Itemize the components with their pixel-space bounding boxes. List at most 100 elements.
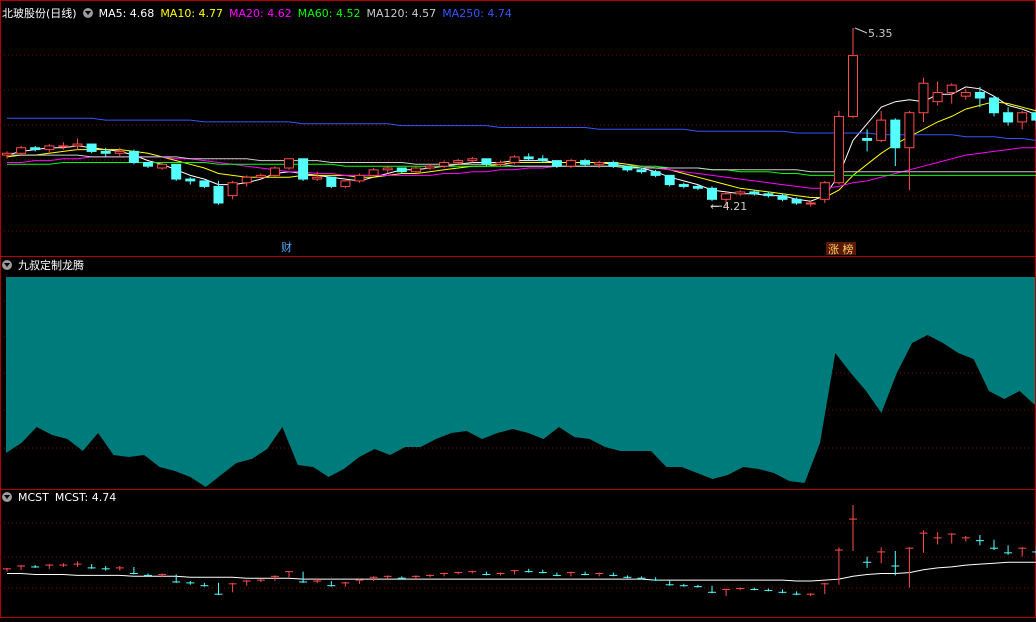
candle-down bbox=[692, 185, 703, 189]
mcst-dropdown-icon[interactable] bbox=[2, 492, 12, 502]
candle-down bbox=[580, 160, 591, 165]
candle-down bbox=[171, 163, 182, 180]
candle-down bbox=[791, 198, 802, 204]
ma5-line bbox=[6, 86, 1036, 202]
mcst-title: MCST bbox=[18, 491, 49, 504]
high-price-label: 5.35 bbox=[868, 27, 893, 40]
candle-down bbox=[326, 176, 337, 187]
chart-stage: 5.35 ← 4.21 财 涨 榜 北玻股份(日线) MA5: 4.68 MA10: 4.… bbox=[0, 0, 1036, 618]
candle-down bbox=[143, 161, 153, 167]
candle-up bbox=[269, 167, 280, 176]
candle-down bbox=[523, 156, 534, 160]
candle-down bbox=[537, 158, 548, 162]
candle-up bbox=[340, 180, 351, 187]
low-price-label: ← 4.21 bbox=[710, 200, 747, 213]
candle-up bbox=[58, 145, 69, 148]
candle-up bbox=[255, 174, 266, 178]
event-cai-label: 财 bbox=[281, 240, 292, 254]
candle-up bbox=[495, 161, 506, 165]
candle-up bbox=[594, 161, 605, 165]
mid-panel-header: 九叔定制龙腾 bbox=[2, 259, 90, 273]
candle-down bbox=[763, 193, 774, 197]
candle-up bbox=[312, 176, 323, 180]
candle-up bbox=[227, 182, 238, 197]
candle-down bbox=[396, 167, 407, 173]
candle-down bbox=[622, 165, 633, 171]
candle-down bbox=[989, 97, 999, 114]
longteng-area bbox=[6, 277, 1035, 487]
candle-up bbox=[848, 55, 858, 117]
candle-up bbox=[382, 167, 393, 171]
candle-up bbox=[904, 112, 915, 149]
candle-down bbox=[1031, 112, 1036, 121]
candle-up bbox=[509, 156, 520, 163]
candle-up bbox=[410, 167, 421, 173]
candle-down bbox=[707, 187, 717, 200]
candle-up bbox=[819, 182, 830, 200]
candle-down bbox=[551, 160, 562, 167]
bottom-panel-header: MCST MCST: 4.74 bbox=[2, 491, 122, 505]
candle-up bbox=[72, 143, 83, 147]
ma250-label: MA250: 4.74 bbox=[442, 7, 512, 20]
mcst-line bbox=[7, 561, 1036, 582]
main-panel-header: 北玻股份(日线) MA5: 4.68 MA10: 4.77 MA20: 4.62 MA6… bbox=[2, 7, 518, 21]
candle-up bbox=[157, 163, 168, 169]
candle-up bbox=[960, 91, 971, 97]
ma5-label: MA5: 4.68 bbox=[98, 7, 155, 20]
candle-up bbox=[876, 119, 887, 141]
candle-down bbox=[749, 191, 760, 195]
candle-up bbox=[918, 82, 929, 114]
candle-down bbox=[213, 185, 224, 204]
candle-down bbox=[664, 174, 675, 186]
candle-down bbox=[890, 119, 901, 149]
candle-down bbox=[86, 143, 97, 152]
candle-up bbox=[368, 169, 379, 176]
settings-dropdown-icon[interactable] bbox=[82, 8, 93, 18]
candle-down bbox=[298, 158, 309, 180]
event-zhangbang-label: 涨 榜 bbox=[828, 242, 854, 256]
candle-up bbox=[114, 150, 125, 154]
candle-up bbox=[284, 158, 294, 169]
indicator-dropdown-icon[interactable] bbox=[2, 260, 12, 270]
ma20-label: MA20: 4.62 bbox=[229, 7, 292, 20]
ma60-label: MA60: 4.52 bbox=[297, 7, 361, 20]
candle-up bbox=[932, 91, 943, 103]
candle-up bbox=[735, 191, 746, 195]
candle-down bbox=[128, 150, 139, 163]
high-marker-line bbox=[854, 27, 868, 34]
candle-down bbox=[481, 158, 492, 165]
candle-up bbox=[2, 152, 12, 156]
candle-down bbox=[199, 180, 210, 187]
candle-up bbox=[425, 165, 435, 169]
candle-down bbox=[974, 91, 985, 99]
candle-up bbox=[833, 115, 844, 184]
ma10-label: MA10: 4.77 bbox=[160, 7, 224, 20]
mid-panel-title: 九叔定制龙腾 bbox=[18, 259, 84, 272]
candle-up bbox=[44, 145, 55, 151]
candle-up bbox=[16, 147, 27, 154]
candle-down bbox=[1003, 112, 1014, 123]
candle-up bbox=[946, 84, 957, 93]
candle-down bbox=[777, 195, 788, 200]
candle-down bbox=[650, 171, 661, 176]
candle-down bbox=[678, 184, 689, 187]
candle-up bbox=[805, 202, 816, 205]
candle-up bbox=[453, 160, 464, 163]
candle-up bbox=[241, 176, 252, 184]
candle-down bbox=[30, 147, 41, 151]
candle-up bbox=[566, 160, 576, 167]
mcst-value: MCST: 4.74 bbox=[54, 491, 117, 504]
candle-down bbox=[185, 178, 196, 182]
candle-down bbox=[100, 150, 111, 154]
candle-down bbox=[608, 161, 619, 167]
stock-name: 北玻股份(日线) bbox=[2, 7, 77, 20]
candle-up bbox=[467, 158, 478, 162]
candle-down bbox=[636, 169, 647, 173]
candle-up bbox=[721, 193, 732, 200]
ma120-label: MA120: 4.57 bbox=[366, 7, 437, 20]
kline-chart-svg: 5.35 ← 4.21 财 涨 榜 bbox=[0, 0, 1036, 618]
candle-up bbox=[439, 161, 450, 167]
candle-down bbox=[862, 138, 873, 141]
candle-up bbox=[1017, 112, 1028, 123]
candle-up bbox=[354, 174, 365, 182]
